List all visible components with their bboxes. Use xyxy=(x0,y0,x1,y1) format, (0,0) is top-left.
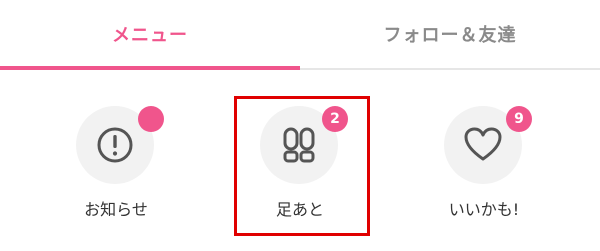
heart-icon xyxy=(464,127,502,161)
likes-count-badge: 9 xyxy=(506,106,532,132)
menu-item-likes[interactable]: 9 いいかも! xyxy=(404,98,564,238)
tab-bar: メニュー フォロー＆友達 xyxy=(0,0,600,72)
exclamation-icon xyxy=(97,127,133,163)
tab-follow-friends[interactable]: フォロー＆友達 xyxy=(300,0,600,68)
menu-item-notifications[interactable]: お知らせ xyxy=(36,98,196,238)
tab-follow-friends-label: フォロー＆友達 xyxy=(383,25,517,46)
tab-menu[interactable]: メニュー xyxy=(0,0,300,68)
tab-menu-label: メニュー xyxy=(112,25,188,46)
red-highlight-box xyxy=(234,96,370,236)
menu-item-notifications-label: お知らせ xyxy=(84,200,148,219)
notification-dot-badge xyxy=(138,106,164,132)
active-tab-indicator xyxy=(0,66,300,70)
menu-item-likes-label: いいかも! xyxy=(448,200,520,219)
